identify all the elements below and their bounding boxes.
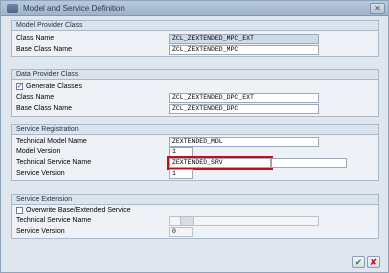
close-icon: ✕ xyxy=(374,4,381,13)
data-provider-group: Data Provider Class ✓ Generate Classes C… xyxy=(11,69,379,117)
generate-classes-label: Generate Classes xyxy=(26,83,83,90)
service-registration-group: Service Registration Technical Model Nam… xyxy=(11,124,379,181)
dpc-class-name-field[interactable]: ZCL_ZEXTENDED_DPC_EXT xyxy=(169,93,319,103)
dpc-base-class-label: Base Class Name xyxy=(16,105,73,112)
check-icon: ✔ xyxy=(354,257,363,267)
ext-service-version-label: Service Version xyxy=(16,228,65,235)
mpc-class-name-label: Class Name xyxy=(16,35,55,42)
model-provider-header: Model Provider Class xyxy=(12,21,378,31)
technical-model-name-label: Technical Model Name xyxy=(16,138,87,145)
overwrite-service-label: Overwrite Base/Extended Service xyxy=(26,207,131,214)
technical-service-name-field-extension[interactable] xyxy=(271,158,347,168)
mpc-base-class-field[interactable]: ZCL_ZEXTENDED_MPC xyxy=(169,45,319,55)
overwrite-service-checkbox[interactable] xyxy=(16,207,23,214)
mpc-class-name-field[interactable]: ZCL_ZEXTENDED_MPC_EXT xyxy=(169,34,319,44)
mpc-base-class-label: Base Class Name xyxy=(16,46,73,53)
cancel-button[interactable]: ✘ xyxy=(367,256,380,268)
service-registration-header: Service Registration xyxy=(12,125,378,135)
service-extension-header: Service Extension xyxy=(12,195,378,205)
close-button[interactable]: ✕ xyxy=(370,3,385,14)
dpc-base-class-field[interactable]: ZCL_ZEXTENDED_DPC xyxy=(169,104,319,114)
check-icon: ✓ xyxy=(17,83,23,90)
dialog-window: Model and Service Definition ✕ Model Pro… xyxy=(0,0,389,273)
generate-classes-checkbox[interactable]: ✓ xyxy=(16,83,23,90)
dialog-title: Model and Service Definition xyxy=(23,4,125,13)
model-version-field[interactable]: 1 xyxy=(169,147,193,157)
data-provider-header: Data Provider Class xyxy=(12,70,378,80)
model-provider-group: Model Provider Class Class Name ZCL_ZEXT… xyxy=(11,20,379,57)
service-extension-group: Service Extension Overwrite Base/Extende… xyxy=(11,194,379,239)
ext-technical-service-name-suffix xyxy=(180,216,194,226)
technical-service-name-field[interactable]: ZEXTENDED_SRV xyxy=(167,156,273,170)
cancel-icon: ✘ xyxy=(369,257,378,267)
title-bar[interactable]: Model and Service Definition ✕ xyxy=(1,1,388,16)
model-version-label: Model Version xyxy=(16,148,61,155)
dpc-class-name-label: Class Name xyxy=(16,94,55,101)
ext-technical-service-name-label: Technical Service Name xyxy=(16,217,92,224)
technical-model-name-field[interactable]: ZEXTENDED_MDL xyxy=(169,137,319,147)
ext-service-version-field: 0 xyxy=(169,227,193,237)
confirm-button[interactable]: ✔ xyxy=(352,256,365,268)
service-version-field[interactable]: 1 xyxy=(169,169,193,179)
service-version-label: Service Version xyxy=(16,170,65,177)
technical-service-name-label: Technical Service Name xyxy=(16,159,92,166)
app-icon xyxy=(7,4,18,13)
